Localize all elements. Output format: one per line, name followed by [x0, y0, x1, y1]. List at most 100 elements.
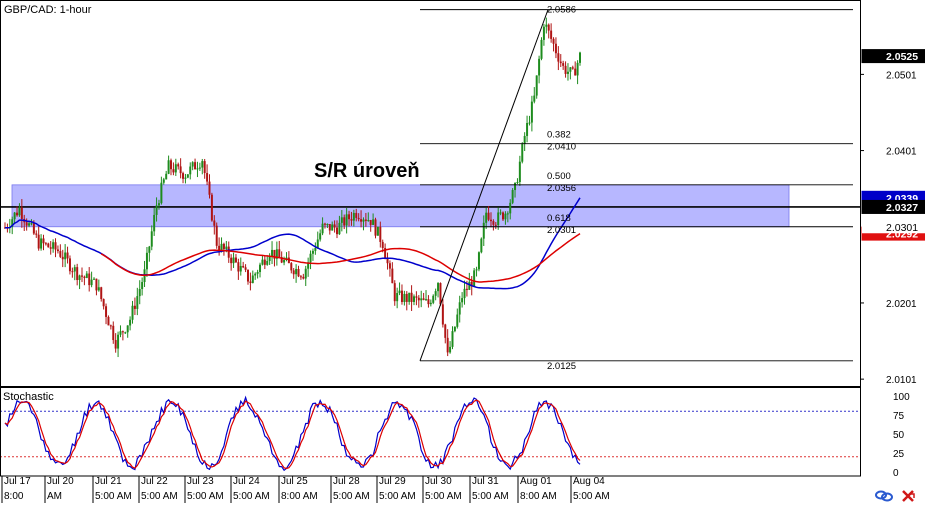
- price-pane[interactable]: 2.05860.3822.04100.5002.03560.6182.03012…: [0, 5, 860, 372]
- candle-body: [350, 219, 352, 220]
- candle-body: [579, 53, 581, 63]
- candle-body: [21, 208, 23, 219]
- time-label: 5:00 AM: [573, 491, 610, 502]
- candle-body: [81, 275, 83, 276]
- candle-body: [389, 263, 391, 268]
- candle-body: [245, 267, 247, 270]
- candle-body: [464, 289, 466, 298]
- chain-link-icon[interactable]: [876, 492, 892, 501]
- candle-body: [208, 182, 210, 195]
- candle-body: [543, 27, 545, 40]
- candle-body: [156, 205, 158, 215]
- candle-body: [228, 247, 230, 258]
- candle-body: [338, 223, 340, 234]
- candle-body: [213, 221, 215, 226]
- candle-body: [492, 221, 494, 225]
- time-label: 8:00 AM: [520, 491, 557, 502]
- candle-body: [574, 69, 576, 76]
- candle-body: [442, 304, 444, 324]
- candle-body: [485, 213, 487, 223]
- candle-body: [454, 327, 456, 331]
- sr-level-annotation: S/R úroveň: [314, 160, 420, 182]
- candle-body: [553, 39, 555, 44]
- candle-body: [399, 291, 401, 293]
- candle-body: [59, 251, 61, 257]
- candle-body: [139, 289, 141, 296]
- candle-body: [293, 270, 295, 274]
- candle-body: [375, 219, 377, 235]
- candle-body: [536, 75, 538, 95]
- candle-body: [71, 271, 73, 272]
- fibonacci-price-label: 2.0301: [547, 225, 576, 236]
- date-label: Jul 22: [141, 476, 168, 487]
- candle-body: [79, 275, 81, 280]
- close-red-icon[interactable]: [903, 491, 914, 501]
- candle-body: [172, 169, 174, 172]
- candle-body: [261, 260, 263, 265]
- candle-body: [538, 59, 540, 76]
- candle-body: [545, 25, 547, 27]
- candle-body: [418, 298, 420, 301]
- candle-body: [76, 267, 78, 280]
- candle-body: [478, 252, 480, 269]
- candle-body: [35, 234, 37, 235]
- time-label: 5:00 AM: [187, 491, 224, 502]
- candle-body: [136, 296, 138, 309]
- candle-body: [16, 213, 18, 216]
- stochastic-pane[interactable]: [0, 398, 860, 471]
- candle-body: [524, 136, 526, 144]
- candle-body: [168, 160, 170, 174]
- candle-body: [569, 67, 571, 71]
- candle-body: [324, 224, 326, 225]
- time-label: 5:00 AM: [141, 491, 178, 502]
- date-label: Jul 21: [95, 476, 122, 487]
- candle-body: [430, 303, 432, 304]
- candle-body: [476, 269, 478, 270]
- candle-body: [408, 293, 410, 302]
- stochastic-tick-label: 0: [893, 468, 899, 479]
- date-label: Jul 29: [379, 476, 406, 487]
- candle-body: [488, 213, 490, 220]
- candle-body: [67, 253, 69, 259]
- candle-body: [379, 227, 381, 242]
- candle-body: [353, 213, 355, 221]
- candle-body: [283, 260, 285, 262]
- candle-body: [105, 306, 107, 317]
- candle-body: [437, 283, 439, 291]
- candle-body: [122, 331, 124, 332]
- date-label: Aug 04: [573, 476, 605, 487]
- candle-body: [415, 296, 417, 297]
- candle-body: [406, 294, 408, 302]
- candle-body: [26, 222, 28, 225]
- chart-title: GBP/CAD: 1-hour: [4, 4, 92, 16]
- stochastic-tick-label: 100: [893, 392, 910, 403]
- candle-body: [100, 287, 102, 299]
- candle-body: [329, 224, 331, 230]
- candle-body: [83, 277, 85, 278]
- candle-body: [271, 250, 273, 256]
- price-marker-label: 2.0301: [886, 222, 918, 234]
- candle-body: [495, 225, 497, 226]
- candle-body: [298, 269, 300, 276]
- candle-body: [223, 244, 225, 249]
- candle-body: [266, 261, 268, 265]
- date-label: Jul 17: [4, 476, 31, 487]
- candle-body: [38, 235, 40, 249]
- sr-zone-rect: [12, 185, 789, 227]
- candle-body: [401, 291, 403, 302]
- candle-body: [439, 283, 441, 304]
- candle-body: [432, 296, 434, 303]
- candle-body: [312, 251, 314, 254]
- candle-body: [490, 220, 492, 221]
- candle-body: [348, 214, 350, 219]
- time-label: 5:00 AM: [379, 491, 416, 502]
- candle-body: [14, 213, 16, 220]
- candle-body: [403, 294, 405, 302]
- candle-body: [264, 260, 266, 265]
- stochastic-tick-label: 75: [893, 411, 905, 422]
- candle-body: [233, 258, 235, 264]
- candle-body: [187, 174, 189, 177]
- candle-body: [165, 174, 167, 180]
- fibonacci-ratio-label: 0.618: [547, 213, 571, 224]
- candle-body: [57, 249, 59, 251]
